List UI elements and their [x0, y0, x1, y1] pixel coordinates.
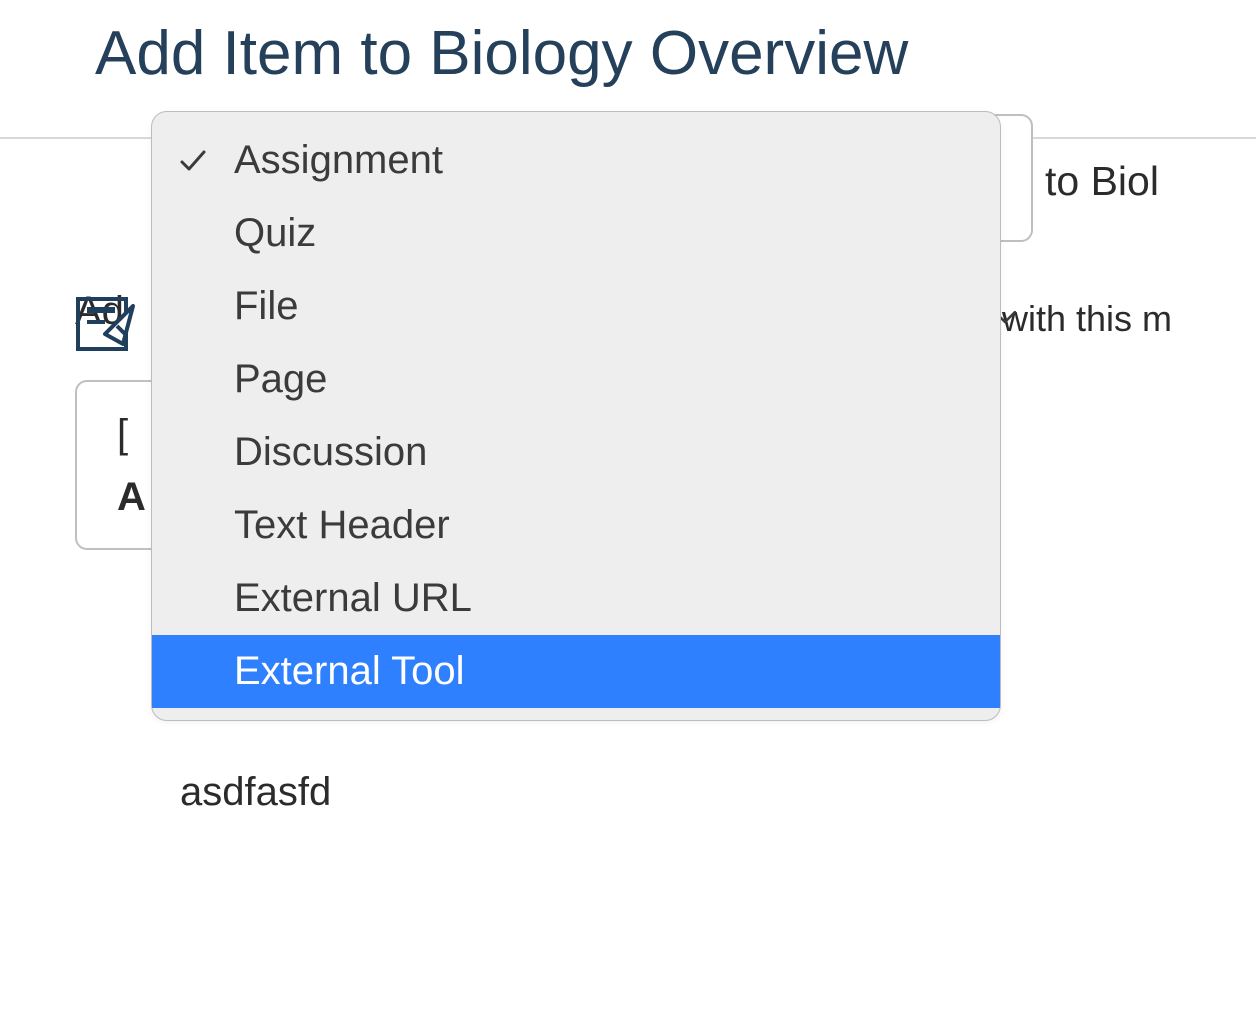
dropdown-item-assignment[interactable]: Assignment	[152, 124, 1000, 197]
dropdown-item-quiz[interactable]: Quiz	[152, 197, 1000, 270]
dropdown-item-label: Quiz	[234, 211, 316, 256]
assignment-icon	[75, 296, 135, 352]
dropdown-item-external-url[interactable]: External URL	[152, 562, 1000, 635]
dropdown-item-label: Page	[234, 357, 327, 402]
checkmark-icon	[178, 146, 234, 176]
dropdown-item-text-header[interactable]: Text Header	[152, 489, 1000, 562]
dropdown-item-label: External URL	[234, 576, 472, 621]
dropdown-item-label: Assignment	[234, 138, 443, 183]
dropdown-item-file[interactable]: File	[152, 270, 1000, 343]
dropdown-item-external-tool[interactable]: External Tool	[152, 635, 1000, 708]
dropdown-item-label: External Tool	[234, 649, 465, 694]
dropdown-item-page[interactable]: Page	[152, 343, 1000, 416]
page-title: Add Item to Biology Overview	[95, 18, 1161, 89]
to-label: to Biol	[1045, 158, 1159, 205]
type-dropdown[interactable]: Assignment Quiz File Page Discussion Tex…	[151, 111, 1001, 721]
partial-text: asdfasfd	[180, 770, 331, 815]
dropdown-item-discussion[interactable]: Discussion	[152, 416, 1000, 489]
dropdown-item-label: File	[234, 284, 298, 329]
dropdown-item-label: Discussion	[234, 430, 427, 475]
hint-suffix-label: with this m	[1002, 298, 1172, 340]
dropdown-item-label: Text Header	[234, 503, 450, 548]
